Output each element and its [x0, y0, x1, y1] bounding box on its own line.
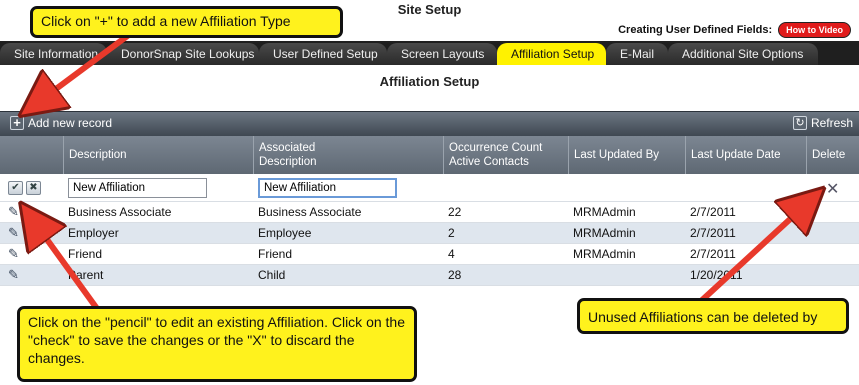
grid-toolbar: + Add new record ↻ Refresh	[0, 111, 859, 136]
udf-help-line: Creating User Defined Fields: How to Vid…	[618, 22, 851, 38]
tab-site-information[interactable]: Site Information	[0, 43, 107, 65]
tab-affiliation-setup[interactable]: Affiliation Setup	[497, 43, 606, 65]
section-title: Affiliation Setup	[379, 74, 480, 89]
callout-delete: Unused Affiliations can be deleted by	[577, 298, 849, 334]
tab-bar: Site Information DonorSnap Site Lookups …	[0, 41, 859, 65]
cell-associated: Friend	[258, 247, 293, 261]
cell-associated: Business Associate	[258, 205, 362, 219]
cell-date: 1/20/2011	[690, 268, 743, 282]
table-row: ✎ Employer Employee 2 MRMAdmin 2/7/2011	[0, 223, 859, 244]
cell-description: Friend	[68, 247, 103, 261]
cell-description: Employer	[68, 226, 119, 240]
description-input[interactable]	[68, 178, 207, 198]
cell-description: Business Associate	[68, 205, 172, 219]
pencil-edit-icon[interactable]: ✎	[8, 225, 19, 241]
callout-add: Click on "+" to add a new Affiliation Ty…	[30, 6, 343, 38]
add-new-record-button[interactable]: + Add new record	[10, 116, 112, 130]
cell-count: 28	[448, 268, 462, 282]
associated-description-input[interactable]	[258, 178, 397, 198]
edit-row: ✔ ✖ ✕	[0, 174, 859, 202]
cell-date: 2/7/2011	[690, 247, 736, 261]
how-to-video-button[interactable]: How to Video	[778, 22, 851, 38]
tab-email[interactable]: E-Mail	[606, 43, 668, 65]
tab-user-defined-setup[interactable]: User Defined Setup	[259, 43, 387, 65]
grid-header: Description Associated Description Occurr…	[0, 136, 859, 174]
cell-associated: Child	[258, 268, 286, 282]
cell-description: Parent	[68, 268, 104, 282]
tab-site-lookups[interactable]: DonorSnap Site Lookups	[107, 43, 259, 65]
tab-additional-site-options[interactable]: Additional Site Options	[668, 43, 818, 65]
cell-date: 2/7/2011	[690, 226, 736, 240]
cell-updated-by: MRMAdmin	[573, 205, 636, 219]
table-row: ✎ Business Associate Business Associate …	[0, 202, 859, 223]
header-associated-description[interactable]: Associated Description	[253, 136, 443, 174]
header-occurrence-count[interactable]: Occurrence Count Active Contacts	[443, 136, 568, 174]
cell-count: 22	[448, 205, 462, 219]
header-last-update-date[interactable]: Last Update Date	[685, 136, 806, 174]
table-row: ✎ Friend Friend 4 MRMAdmin 2/7/2011	[0, 244, 859, 265]
add-new-record-label: Add new record	[28, 116, 113, 130]
save-check-button[interactable]: ✔	[8, 180, 23, 195]
edit-actions: ✔ ✖	[3, 174, 41, 201]
cell-updated-by	[568, 265, 573, 285]
cancel-x-button[interactable]: ✖	[26, 180, 41, 195]
cell-updated-by: MRMAdmin	[573, 226, 636, 240]
cell-date: 2/7/2011	[690, 205, 736, 219]
cell-count: 4	[448, 247, 455, 261]
header-actions	[0, 136, 63, 174]
refresh-button[interactable]: ↻ Refresh	[792, 116, 853, 130]
cell-count: 2	[448, 226, 455, 240]
plus-icon[interactable]: +	[10, 116, 24, 130]
cell-associated: Employee	[258, 226, 312, 240]
refresh-icon[interactable]: ↻	[792, 116, 807, 130]
callout-edit: Click on the "pencil" to edit an existin…	[17, 306, 417, 382]
udf-label: Creating User Defined Fields:	[618, 24, 773, 36]
pencil-edit-icon[interactable]: ✎	[8, 267, 19, 283]
refresh-label: Refresh	[810, 116, 853, 130]
delete-icon[interactable]: ✕	[826, 179, 839, 199]
cell-updated-by: MRMAdmin	[573, 247, 636, 261]
table-row: ✎ Parent Child 28 1/20/2011	[0, 265, 859, 286]
pencil-edit-icon[interactable]: ✎	[8, 204, 19, 220]
header-description[interactable]: Description	[63, 136, 253, 174]
header-last-updated-by[interactable]: Last Updated By	[568, 136, 685, 174]
tab-screen-layouts[interactable]: Screen Layouts	[387, 43, 497, 65]
pencil-edit-icon[interactable]: ✎	[8, 246, 19, 262]
header-delete: Delete	[806, 136, 859, 174]
